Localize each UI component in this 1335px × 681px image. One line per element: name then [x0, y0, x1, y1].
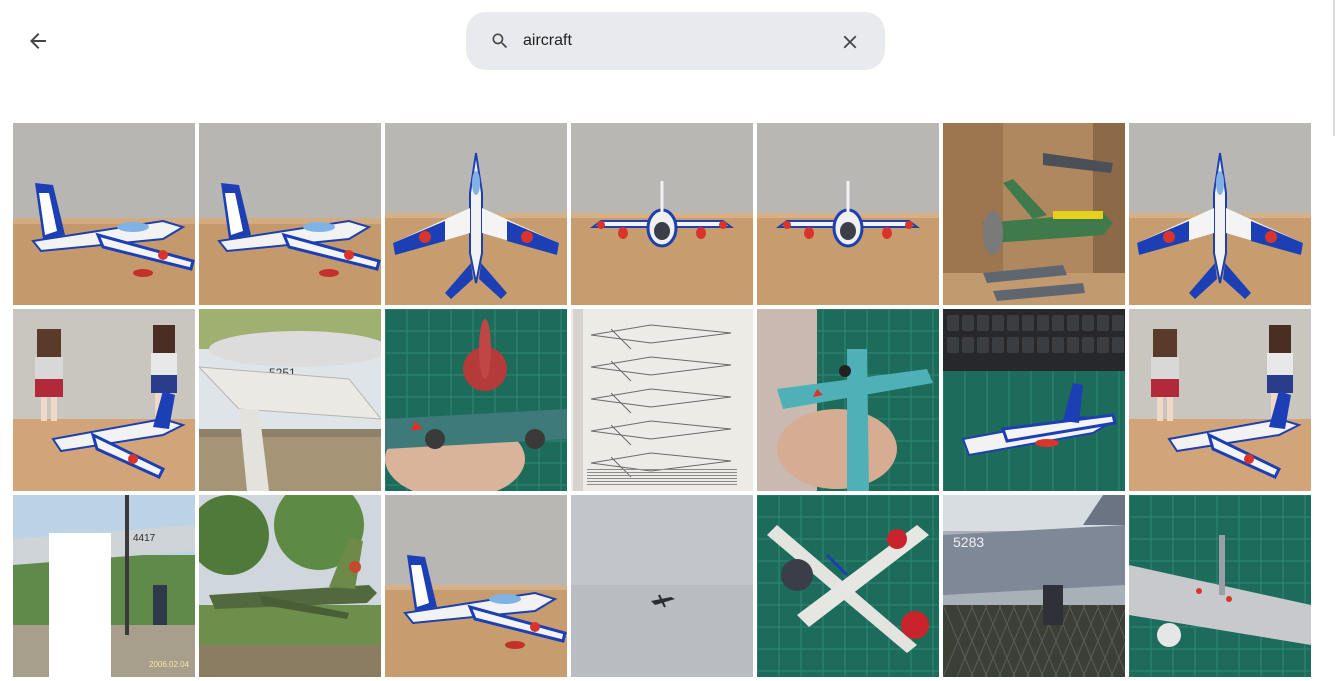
photo-thumbnail[interactable]	[757, 123, 939, 305]
search-bar[interactable]	[466, 12, 885, 70]
photo-image	[199, 123, 381, 305]
photo-thumbnail[interactable]	[943, 123, 1125, 305]
photo-thumbnail[interactable]: 5251	[199, 309, 381, 491]
top-bar	[0, 0, 1335, 136]
photo-image	[13, 123, 195, 305]
photo-image	[571, 123, 753, 305]
search-input[interactable]	[523, 26, 823, 56]
photo-thumbnail[interactable]	[385, 309, 567, 491]
search-icon	[492, 33, 508, 49]
photo-thumbnail[interactable]	[199, 495, 381, 677]
jet-pole-number: 4417	[133, 533, 156, 544]
photo-thumbnail[interactable]	[199, 123, 381, 305]
photo-image	[1129, 495, 1311, 677]
photo-image	[757, 495, 939, 677]
photo-thumbnail[interactable]	[943, 309, 1125, 491]
photo-thumbnail[interactable]	[757, 495, 939, 677]
photo-image: 5283	[943, 495, 1125, 677]
photo-thumbnail[interactable]	[13, 309, 195, 491]
clear-search-button[interactable]	[836, 28, 864, 56]
photo-thumbnail[interactable]: 5283	[943, 495, 1125, 677]
photo-image	[385, 309, 567, 491]
photo-image	[943, 309, 1125, 491]
photo-image	[1129, 123, 1311, 305]
photo-thumbnail[interactable]	[1129, 495, 1311, 677]
photo-image	[757, 309, 939, 491]
arrow-left-icon	[30, 33, 46, 49]
photo-thumbnail[interactable]	[1129, 123, 1311, 305]
photo-image	[571, 495, 753, 677]
photo-image	[943, 123, 1125, 305]
photo-thumbnail[interactable]	[571, 309, 753, 491]
photo-thumbnail[interactable]	[571, 495, 753, 677]
photo-thumbnail[interactable]	[757, 309, 939, 491]
photo-image: 4417 2006.02.04	[13, 495, 195, 677]
back-button[interactable]	[20, 23, 56, 59]
photo-date-stamp: 2006.02.04	[149, 660, 190, 669]
photo-image: 5251	[199, 309, 381, 491]
photo-image	[1129, 309, 1311, 491]
photo-grid: 5251 4417 2006.02.04 5283	[13, 123, 1313, 677]
photo-thumbnail[interactable]	[571, 123, 753, 305]
photo-thumbnail[interactable]	[13, 123, 195, 305]
photo-thumbnail[interactable]	[385, 123, 567, 305]
close-icon	[843, 35, 857, 49]
photo-thumbnail[interactable]	[1129, 309, 1311, 491]
grey-jet-number: 5283	[953, 534, 984, 550]
photo-image	[199, 495, 381, 677]
photo-image	[385, 495, 567, 677]
photo-thumbnail[interactable]: 4417 2006.02.04	[13, 495, 195, 677]
photo-image	[571, 309, 753, 491]
photo-image	[385, 123, 567, 305]
photo-thumbnail[interactable]	[385, 495, 567, 677]
photo-image	[13, 309, 195, 491]
photo-image	[757, 123, 939, 305]
